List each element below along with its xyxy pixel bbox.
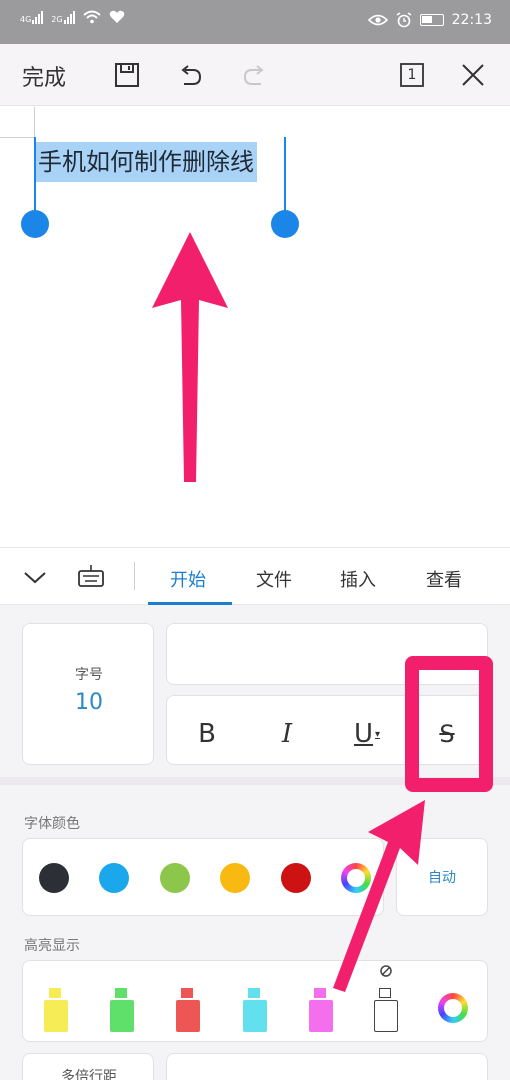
top-toolbar: 完成 1	[0, 44, 510, 106]
done-button[interactable]: 完成	[22, 60, 66, 92]
alarm-icon	[396, 12, 412, 28]
bold-glyph: B	[198, 719, 216, 749]
document-canvas[interactable]: 手机如何制作删除线	[0, 107, 510, 547]
highlight-color-wheel-icon[interactable]	[438, 993, 468, 1023]
tab-insert[interactable]: 插入	[340, 566, 376, 592]
highlighter-none-icon[interactable]	[374, 965, 398, 1032]
highlight-label: 高亮显示	[24, 938, 80, 954]
color-wheel-icon[interactable]	[341, 863, 371, 893]
battery-icon	[419, 14, 444, 26]
network-type-2: 2G	[51, 15, 63, 24]
annotation-highlight-frame	[405, 656, 493, 792]
selection-start-handle[interactable]	[21, 210, 49, 238]
close-icon[interactable]	[456, 58, 490, 92]
font-color-card	[22, 838, 384, 916]
line-spacing-card[interactable]: 多倍行距	[22, 1053, 154, 1080]
wifi-icon	[82, 10, 101, 24]
highlighter-pink-icon[interactable]	[309, 988, 333, 1032]
selected-text[interactable]: 手机如何制作删除线	[35, 142, 257, 182]
save-icon[interactable]	[110, 58, 144, 92]
network-type-1: 4G	[20, 15, 32, 24]
chevron-down-icon[interactable]	[22, 566, 48, 588]
italic-button[interactable]: I	[257, 714, 317, 754]
clock: 22:13	[451, 12, 492, 28]
highlighter-yellow-icon[interactable]	[44, 988, 68, 1032]
color-swatch-black[interactable]	[39, 863, 69, 893]
margin-mark-vertical	[34, 107, 35, 137]
page-count-icon[interactable]: 1	[395, 58, 429, 92]
selection-end-handle[interactable]	[271, 210, 299, 238]
tab-home[interactable]: 开始	[170, 566, 206, 592]
font-size-value: 10	[75, 690, 103, 715]
bold-button[interactable]: B	[177, 714, 237, 754]
font-color-label: 字体颜色	[24, 816, 80, 832]
highlighter-red-icon[interactable]	[176, 988, 200, 1032]
signal-icon-2: 2G	[51, 10, 75, 24]
auto-color-label: 自动	[428, 870, 456, 886]
font-size-label: 字号	[75, 667, 103, 683]
undo-icon[interactable]	[173, 58, 207, 92]
font-size-card[interactable]: 字号 10	[22, 623, 154, 765]
color-swatch-blue[interactable]	[99, 863, 129, 893]
tab-view[interactable]: 查看	[426, 566, 462, 592]
highlighter-cyan-icon[interactable]	[243, 988, 267, 1032]
highlighter-green-icon[interactable]	[110, 988, 134, 1032]
underline-glyph: U	[353, 719, 373, 749]
color-swatch-red[interactable]	[281, 863, 311, 893]
status-right: 22:13	[367, 12, 492, 28]
status-bar: 4G 2G 22:13	[0, 0, 510, 44]
redo-icon[interactable]	[238, 58, 272, 92]
italic-glyph: I	[281, 719, 293, 749]
color-swatch-green[interactable]	[160, 863, 190, 893]
paragraph-card[interactable]	[166, 1053, 488, 1080]
auto-color-button[interactable]: 自动	[396, 838, 488, 916]
signal-icon: 4G	[20, 10, 44, 24]
line-spacing-label: 多倍行距	[61, 1069, 117, 1080]
ribbon-tabs: 开始 文件 插入 查看	[0, 547, 510, 605]
margin-mark	[0, 137, 35, 138]
signal-indicators: 4G 2G	[20, 10, 125, 24]
eye-icon	[367, 14, 388, 26]
color-swatch-yellow[interactable]	[220, 863, 250, 893]
heart-icon	[109, 10, 124, 23]
ribbon-divider	[134, 562, 135, 590]
page-count: 1	[407, 67, 417, 83]
tab-file[interactable]: 文件	[256, 566, 292, 592]
keyboard-icon[interactable]	[76, 562, 106, 590]
underline-button[interactable]: U ▾	[337, 714, 397, 754]
